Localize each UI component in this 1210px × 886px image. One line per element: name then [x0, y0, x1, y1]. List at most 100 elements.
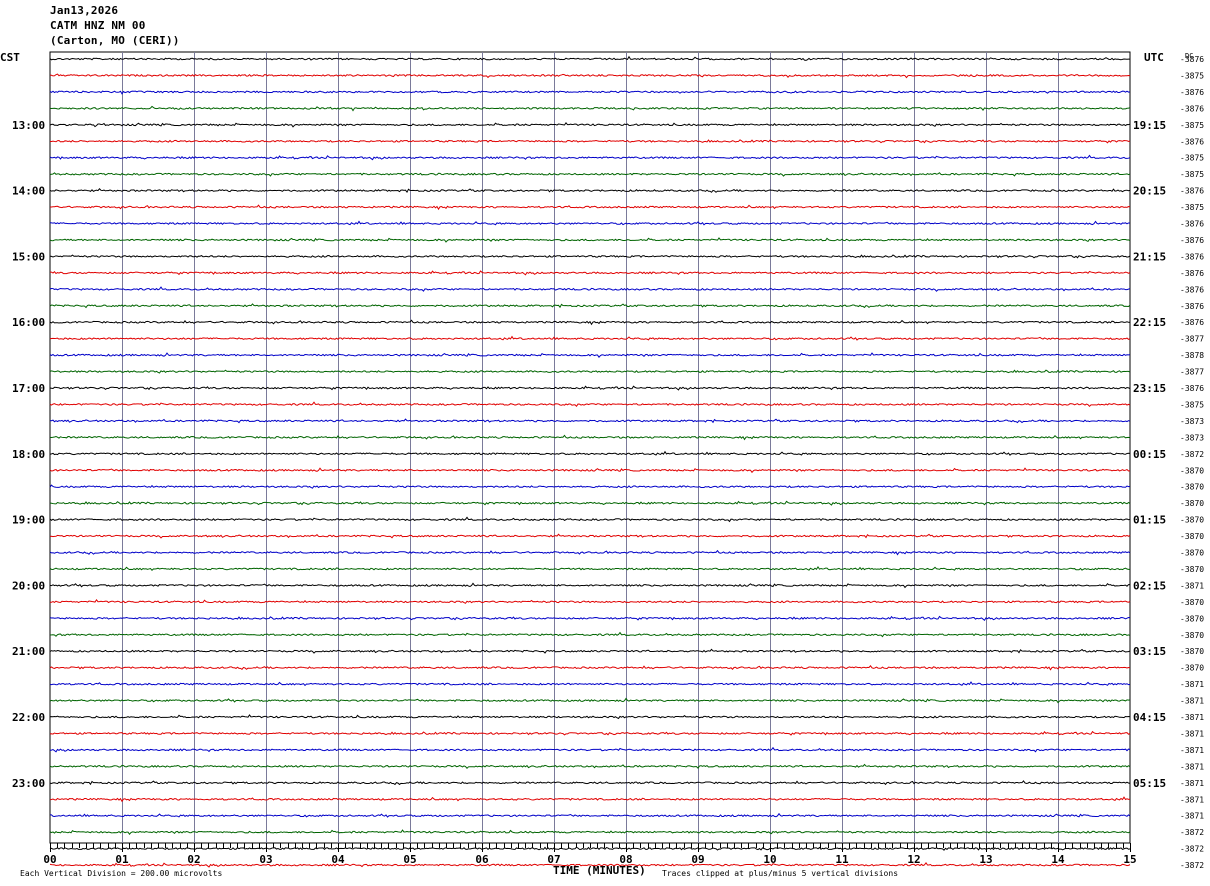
trace-row-19: [49, 369, 1131, 374]
trace-row-38: [49, 681, 1131, 687]
dc-offset-label: -3872: [1180, 845, 1204, 854]
trace-row-46: [49, 812, 1131, 818]
right-hour-label: 22:15: [1133, 316, 1166, 329]
trace-row-0: [49, 55, 1131, 61]
trace-row-3: [49, 105, 1131, 112]
x-tick-label: 11: [835, 853, 849, 866]
dc-offset-label: -3876: [1180, 236, 1204, 245]
helicorder-plot: CST UTC DC13:0014:0015:0016:0017:0018:0019…: [0, 51, 1204, 878]
trace-row-42: [49, 746, 1131, 753]
dc-offset-label: -3876: [1180, 269, 1204, 278]
right-hour-label: 19:15: [1133, 119, 1166, 132]
x-tick-label: 13: [979, 853, 992, 866]
dc-offset-label: -3871: [1180, 746, 1204, 755]
dc-offset-label: -3876: [1180, 187, 1204, 196]
trace-row-17: [49, 335, 1131, 341]
dc-offset-label: -3872: [1180, 828, 1204, 837]
left-hour-label: 18:00: [12, 448, 45, 461]
dc-offset-label: -3876: [1180, 104, 1204, 113]
left-timezone-label: CST: [0, 51, 20, 64]
scale-note: Each Vertical Division = 200.00 microvol…: [20, 869, 222, 878]
trace-row-2: [49, 90, 1131, 95]
x-tick-label: 15: [1123, 853, 1136, 866]
right-hour-label: 00:15: [1133, 448, 1166, 461]
x-tick-label: 06: [475, 853, 489, 866]
dc-offset-label: -3877: [1180, 335, 1204, 344]
dc-offset-label: -3871: [1180, 729, 1204, 738]
left-hour-label: 14:00: [12, 185, 45, 198]
trace-row-23: [49, 434, 1131, 441]
left-hour-label: 22:00: [12, 711, 45, 724]
dc-offset-label: -3870: [1180, 664, 1204, 673]
dc-offset-label: -3871: [1180, 812, 1204, 821]
dc-offset-label: -3877: [1180, 368, 1204, 377]
left-hour-label: 20:00: [12, 579, 45, 592]
dc-offset-label: -3876: [1180, 285, 1204, 294]
trace-row-22: [49, 418, 1131, 424]
trace-row-34: [49, 615, 1131, 621]
trace-row-21: [49, 401, 1131, 408]
x-axis-title: TIME (MINUTES): [553, 864, 646, 877]
x-tick-label: 02: [187, 853, 200, 866]
trace-row-47: [49, 829, 1131, 835]
dc-offset-label: -3871: [1180, 713, 1204, 722]
x-tick-label: 10: [763, 853, 776, 866]
trace-row-26: [49, 484, 1131, 489]
left-hour-label: 15:00: [12, 250, 45, 263]
date-label: Jan13,2026: [50, 4, 119, 17]
location-label: (Carton, MO (CERI)): [50, 34, 180, 47]
dc-offset-label: -3876: [1180, 252, 1204, 261]
trace-row-6: [49, 154, 1131, 161]
trace-row-24: [49, 450, 1131, 456]
trace-row-33: [49, 599, 1131, 604]
dc-offset-label: -3872: [1180, 861, 1204, 870]
dc-offset-label: -3875: [1180, 121, 1204, 130]
x-tick-label: 12: [907, 853, 920, 866]
x-tick-label: 01: [115, 853, 129, 866]
x-tick-label: 04: [331, 853, 345, 866]
dc-offset-label: -3876: [1180, 220, 1204, 229]
trace-row-36: [49, 648, 1131, 654]
right-timezone-label: UTC: [1144, 51, 1164, 64]
dc-offset-label: -3870: [1180, 466, 1204, 475]
dc-offset-label: -3872: [1180, 450, 1204, 459]
plot-frame: [49, 51, 1131, 844]
dc-offset-label: -3870: [1180, 499, 1204, 508]
x-tick-label: 03: [259, 853, 272, 866]
trace-row-20: [49, 385, 1131, 391]
trace-row-1: [49, 73, 1131, 79]
dc-offset-label: -3870: [1180, 483, 1204, 492]
trace-row-27: [49, 500, 1131, 506]
trace-row-4: [49, 121, 1131, 128]
dc-offset-label: -3871: [1180, 779, 1204, 788]
trace-row-31: [49, 565, 1131, 572]
x-tick-label: 05: [403, 853, 416, 866]
left-hour-label: 23:00: [12, 777, 45, 790]
left-hour-label: 17:00: [12, 382, 45, 395]
dc-offset-label: -3870: [1180, 516, 1204, 525]
dc-offset-label: -3878: [1180, 351, 1204, 360]
dc-offset-label: -3873: [1180, 433, 1204, 442]
trace-row-16: [49, 319, 1131, 326]
dc-offset-label: -3871: [1180, 680, 1204, 689]
trace-row-13: [49, 270, 1131, 276]
x-tick-label: 14: [1051, 853, 1065, 866]
dc-offset-label: -3875: [1180, 203, 1204, 212]
left-hour-label: 13:00: [12, 119, 45, 132]
trace-row-43: [49, 763, 1131, 769]
trace-row-45: [49, 796, 1131, 803]
trace-row-29: [49, 533, 1131, 539]
trace-row-5: [49, 139, 1131, 144]
right-hour-label: 02:15: [1133, 579, 1166, 592]
right-hour-label: 03:15: [1133, 645, 1166, 658]
dc-offset-label: -3875: [1180, 400, 1204, 409]
trace-row-12: [49, 254, 1131, 259]
trace-row-11: [49, 237, 1131, 243]
dc-offset-label: -3870: [1180, 647, 1204, 656]
dc-offset-label: -3876: [1180, 318, 1204, 327]
plot-grid: [49, 51, 1131, 852]
station-label: CATM HNZ NM 00: [50, 19, 146, 32]
left-hour-label: 21:00: [12, 645, 45, 658]
trace-row-44: [49, 780, 1131, 786]
dc-offset-label: -3875: [1180, 71, 1204, 80]
